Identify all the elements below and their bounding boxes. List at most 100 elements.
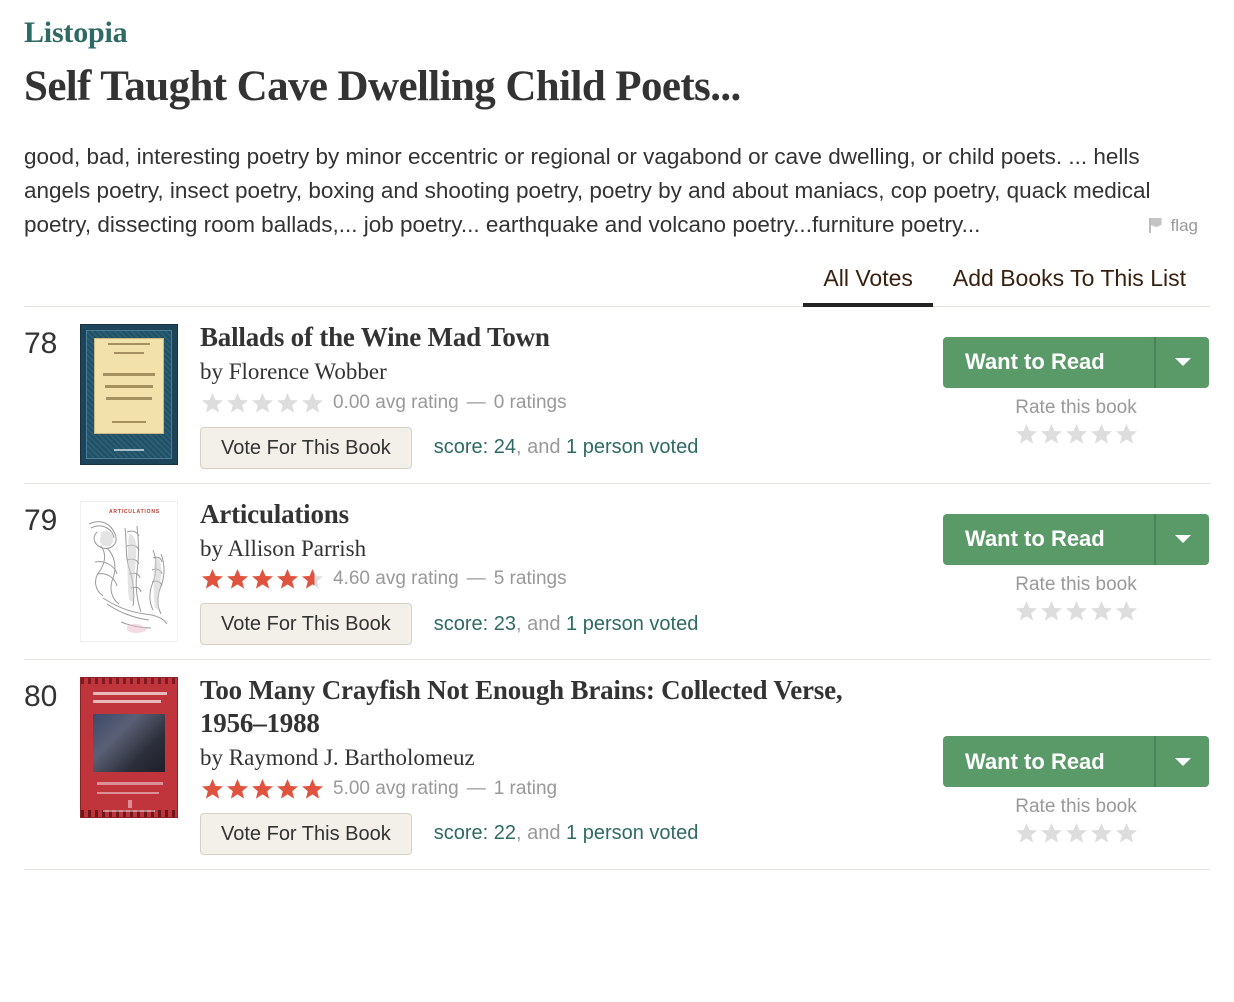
star-icon (275, 391, 300, 415)
want-to-read-group: Want to Read (943, 513, 1209, 565)
star-icon (200, 567, 225, 591)
want-to-read-group: Want to Read (943, 336, 1209, 388)
rate-star-icon[interactable] (1114, 422, 1139, 446)
want-to-read-dropdown-button[interactable] (1154, 513, 1209, 565)
rate-star-icon[interactable] (1089, 599, 1114, 623)
score-mid: , and (516, 612, 561, 635)
rate-star-icon[interactable] (1014, 599, 1039, 623)
book-cover-cell (80, 672, 182, 819)
book-cover-image[interactable] (80, 677, 178, 819)
avg-rating-stars (200, 391, 325, 415)
anatomy-sketch-icon (88, 520, 168, 633)
score-text: score: 24, and 1 person voted (434, 436, 699, 459)
score-text: score: 23, and 1 person voted (434, 613, 699, 636)
rate-star-icon[interactable] (1039, 821, 1064, 845)
rate-this-book-label: Rate this book (1015, 796, 1137, 818)
voters-count[interactable]: 1 person voted (566, 436, 698, 458)
want-to-read-group: Want to Read (943, 736, 1209, 788)
want-to-read-dropdown-button[interactable] (1154, 336, 1209, 388)
avg-rating-stars (200, 777, 325, 801)
listopia-page: Listopia Self Taught Cave Dwelling Child… (0, 0, 1234, 870)
chevron-down-icon (1174, 757, 1191, 766)
rate-star-icon[interactable] (1014, 821, 1039, 845)
star-icon (225, 391, 250, 415)
score-value: 23 (493, 612, 516, 635)
chevron-down-icon (1174, 358, 1191, 367)
rate-star-icon[interactable] (1114, 599, 1139, 623)
page-title: Self Taught Cave Dwelling Child Poets... (24, 63, 741, 110)
star-icon (200, 777, 225, 801)
by-label: by (200, 358, 223, 384)
score-prefix: score: (433, 612, 489, 635)
flag-link[interactable]: flag (1148, 216, 1198, 236)
rate-star-icon[interactable] (1089, 821, 1114, 845)
avg-rating-text: 4.60 avg rating (333, 568, 459, 590)
by-label: by (200, 535, 223, 561)
avg-rating-text: 5.00 avg rating (333, 777, 459, 799)
rate-star-icon[interactable] (1064, 599, 1089, 623)
book-actions: Want to Read Rate this book (942, 319, 1210, 446)
star-icon (300, 777, 325, 801)
rate-stars[interactable] (1014, 422, 1139, 446)
voters-count[interactable]: 1 person voted (566, 613, 698, 635)
avg-rating-stars (200, 567, 325, 591)
rate-this-book-label: Rate this book (1015, 396, 1137, 418)
book-rank: 78 (24, 326, 58, 360)
book-cover-cell: ARTICULATIONS (80, 496, 182, 642)
star-icon (300, 391, 325, 415)
book-info: Too Many Crayfish Not Enough Brains: Col… (182, 672, 942, 855)
want-to-read-button[interactable]: Want to Read (943, 513, 1154, 565)
star-half-icon (300, 567, 325, 591)
want-to-read-button[interactable]: Want to Read (943, 336, 1154, 388)
rate-star-icon[interactable] (1039, 599, 1064, 623)
rate-star-icon[interactable] (1064, 821, 1089, 845)
book-cover-image[interactable] (80, 323, 178, 465)
book-title[interactable]: Articulations (200, 498, 349, 530)
book-title[interactable]: Too Many Crayfish Not Enough Brains: Col… (200, 674, 900, 739)
book-rank: 80 (24, 680, 58, 714)
score-prefix: score: (433, 822, 489, 845)
voters-count[interactable]: 1 person voted (566, 822, 698, 844)
want-to-read-dropdown-button[interactable] (1154, 736, 1209, 788)
tab-all-votes[interactable]: All Votes (803, 261, 933, 307)
book-author-line: by Allison Parrish (200, 535, 932, 563)
ratings-count: 1 rating (493, 777, 558, 799)
book-author[interactable]: Raymond J. Bartholomeuz (229, 745, 475, 770)
chevron-down-icon (1174, 535, 1191, 543)
book-cover-cell (80, 319, 182, 465)
vote-for-this-book-button[interactable]: Vote For This Book (200, 812, 412, 855)
star-icon (225, 567, 250, 591)
book-action-line: Vote For This Book score: 22, and 1 pers… (200, 812, 932, 855)
star-icon (225, 777, 250, 801)
score-text: score: 22, and 1 person voted (434, 822, 699, 845)
rate-star-icon[interactable] (1089, 422, 1114, 446)
book-info: Ballads of the Wine Mad Town by Florence… (182, 319, 942, 469)
by-label: by (200, 745, 223, 771)
vote-for-this-book-button[interactable]: Vote For This Book (200, 603, 412, 646)
rate-stars[interactable] (1014, 599, 1139, 623)
book-actions: Want to Read Rate this book (942, 496, 1210, 623)
rate-star-icon[interactable] (1039, 422, 1064, 446)
rate-star-icon[interactable] (1014, 422, 1039, 446)
book-author[interactable]: Allison Parrish (227, 536, 366, 561)
star-icon (200, 391, 225, 415)
rate-star-icon[interactable] (1064, 422, 1089, 446)
book-cover-image[interactable]: ARTICULATIONS (80, 500, 178, 642)
table-row: 79 ARTICULATIONS Articulations by Alliso… (24, 484, 1210, 661)
want-to-read-button[interactable]: Want to Read (943, 736, 1154, 788)
rating-separator: — (466, 777, 486, 799)
book-info: Articulations by Allison Parrish 4.60 av… (182, 496, 942, 646)
tab-add-books-to-this-list[interactable]: Add Books To This List (933, 261, 1206, 307)
ratings-count: 5 ratings (493, 568, 567, 590)
book-author-line: by Florence Wobber (200, 358, 932, 386)
rate-star-icon[interactable] (1114, 821, 1139, 845)
book-action-line: Vote For This Book score: 24, and 1 pers… (200, 426, 932, 469)
book-title[interactable]: Ballads of the Wine Mad Town (200, 321, 550, 353)
book-author[interactable]: Florence Wobber (229, 359, 387, 384)
rate-stars[interactable] (1014, 821, 1139, 845)
book-actions: Want to Read Rate this book (942, 672, 1210, 845)
vote-for-this-book-button[interactable]: Vote For This Book (200, 426, 412, 469)
book-action-line: Vote For This Book score: 23, and 1 pers… (200, 603, 932, 646)
listopia-eyebrow[interactable]: Listopia (24, 0, 1210, 49)
star-icon (275, 567, 300, 591)
